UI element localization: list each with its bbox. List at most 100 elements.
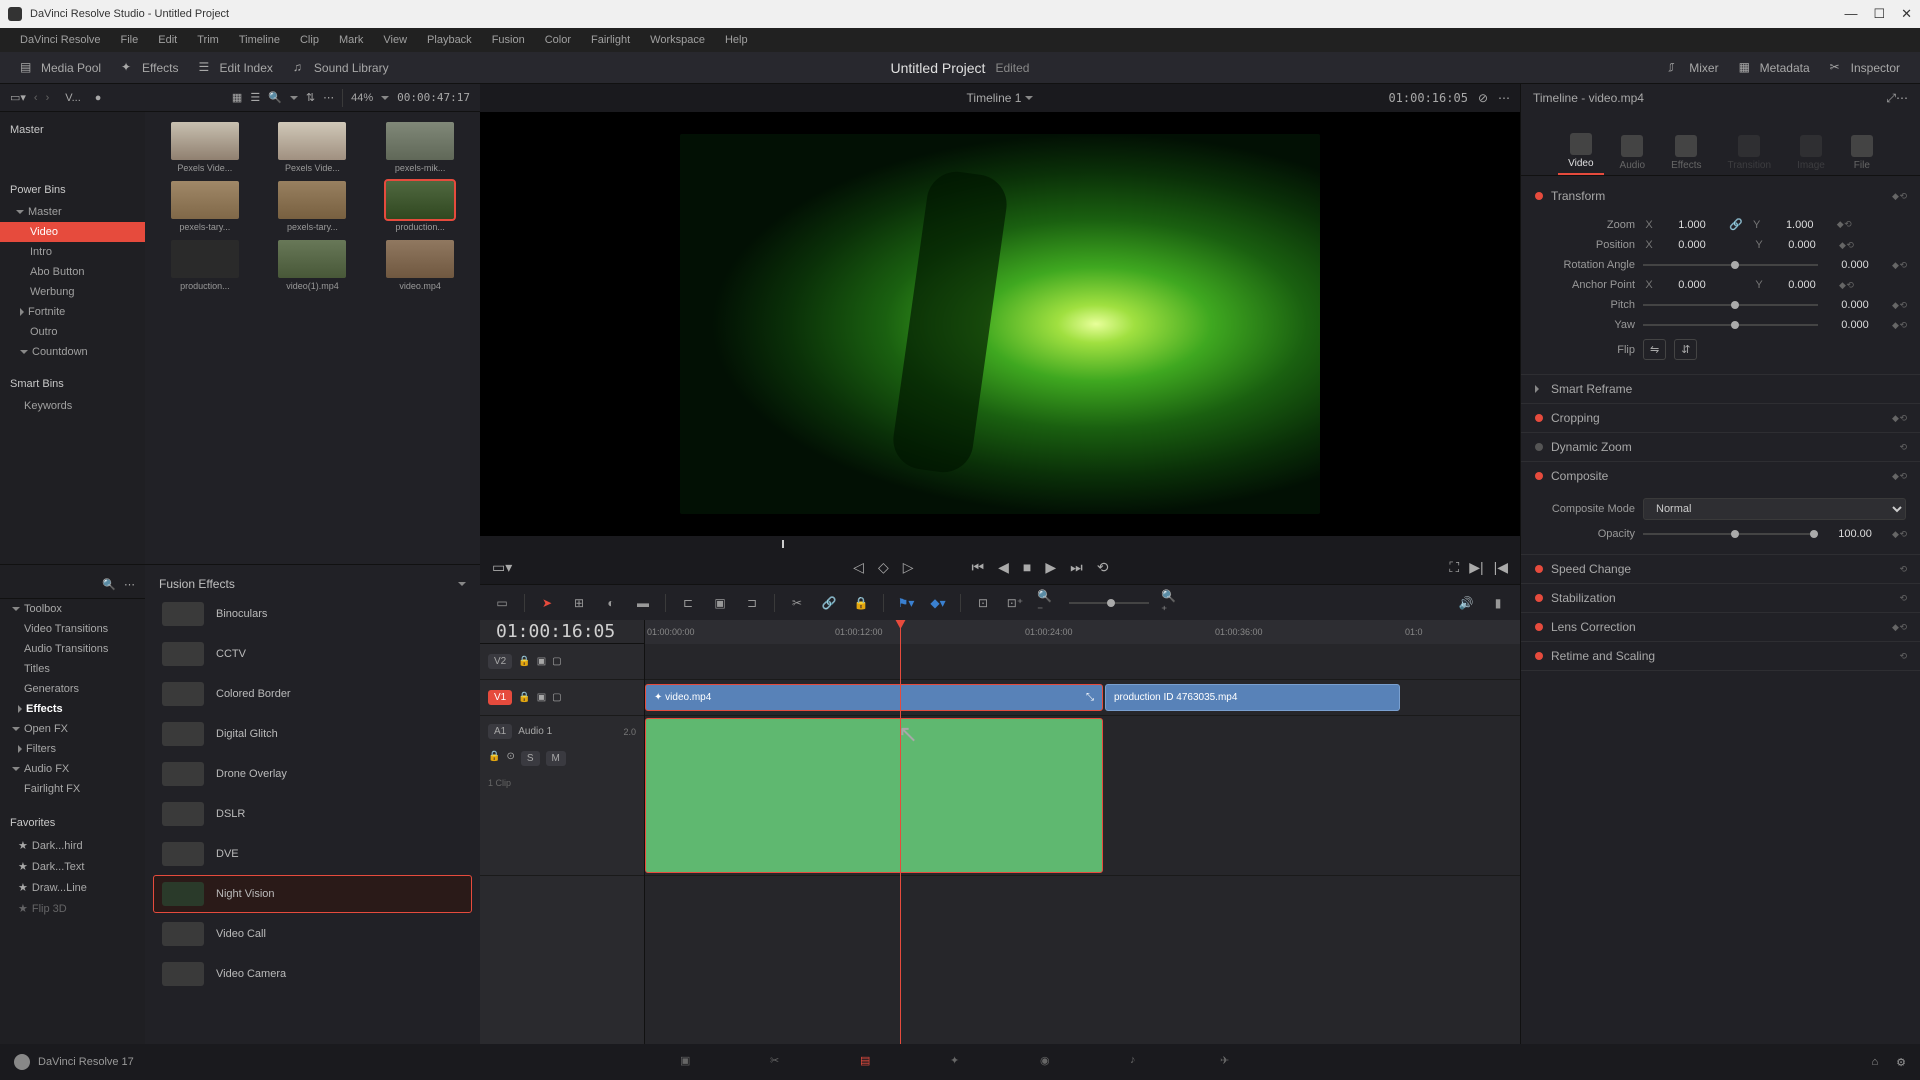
clip-thumb[interactable]: Pexels Vide... xyxy=(155,122,255,173)
menu-item[interactable]: Color xyxy=(535,34,581,46)
metadata-toggle[interactable]: ▦Metadata xyxy=(1729,56,1820,79)
more-icon[interactable]: ⋯ xyxy=(1896,91,1908,105)
menu-item[interactable]: Workspace xyxy=(640,34,715,46)
pitch-input[interactable]: 0.000 xyxy=(1826,299,1884,311)
more-icon[interactable]: ⋯ xyxy=(124,578,135,591)
inspector-tab-effects[interactable]: Effects xyxy=(1661,131,1711,175)
fx-tree-item[interactable]: Generators xyxy=(0,679,145,699)
project-settings-icon[interactable]: ⚙ xyxy=(1896,1056,1906,1069)
track-v2[interactable] xyxy=(645,644,1520,680)
flip-v-button[interactable]: ⇵ xyxy=(1674,339,1697,360)
zoom-in-icon[interactable]: 🔍⁺ xyxy=(1161,593,1181,613)
fx-item[interactable]: Video Camera xyxy=(153,955,472,993)
fx-item[interactable]: Binoculars xyxy=(153,595,472,633)
pitch-slider[interactable] xyxy=(1643,304,1818,306)
maximize-button[interactable]: ☐ xyxy=(1873,6,1885,22)
edit-page-icon[interactable]: ▤ xyxy=(860,1054,880,1070)
nav-fwd-icon[interactable]: › xyxy=(46,92,50,104)
fx-item[interactable]: DSLR xyxy=(153,795,472,833)
keyframe-button[interactable]: ◆ ⟲ xyxy=(1892,300,1906,311)
bin-item[interactable]: Keywords xyxy=(0,396,145,416)
rotation-input[interactable]: 0.000 xyxy=(1826,259,1884,271)
zoom-x-input[interactable]: 1.000 xyxy=(1663,219,1721,231)
menu-item[interactable]: Playback xyxy=(417,34,482,46)
deliver-page-icon[interactable]: ✈ xyxy=(1220,1054,1240,1070)
sound-library-toggle[interactable]: ♫Sound Library xyxy=(283,56,399,79)
clip-thumb[interactable]: pexels-mik... xyxy=(370,122,470,173)
bin-item[interactable]: Master xyxy=(0,202,145,222)
stop-icon[interactable]: ■ xyxy=(1023,559,1031,575)
retime-header[interactable]: Retime and Scaling⟲ xyxy=(1521,642,1920,670)
fx-tree-item[interactable]: Titles xyxy=(0,659,145,679)
viewer[interactable] xyxy=(480,112,1520,536)
match-frame-icon[interactable]: ▭▾ xyxy=(492,559,512,576)
play-icon[interactable]: ▶ xyxy=(1045,559,1056,576)
home-icon[interactable]: ⌂ xyxy=(1871,1056,1878,1069)
clip-thumb[interactable]: pexels-tary... xyxy=(155,181,255,232)
chevron-down-icon[interactable] xyxy=(290,96,298,100)
speed-change-header[interactable]: Speed Change⟲ xyxy=(1521,555,1920,583)
minimize-button[interactable]: — xyxy=(1844,6,1857,22)
fairlight-page-icon[interactable]: ♪ xyxy=(1130,1054,1150,1070)
menu-item[interactable]: Trim xyxy=(187,34,229,46)
clip-thumb[interactable]: pexels-tary... xyxy=(263,181,363,232)
zoom-fit-icon[interactable]: ⊡ xyxy=(973,593,993,613)
anchor-y-input[interactable]: 0.000 xyxy=(1773,279,1831,291)
color-page-icon[interactable]: ◉ xyxy=(1040,1054,1060,1070)
clip-thumb[interactable]: production... xyxy=(370,181,470,232)
bin-item[interactable]: Intro xyxy=(0,242,145,262)
bin-view-icon[interactable]: ▭▾ xyxy=(10,91,26,104)
trim-tool-icon[interactable]: ⊞ xyxy=(569,593,589,613)
pos-x-input[interactable]: 0.000 xyxy=(1663,239,1721,251)
detail-zoom-icon[interactable]: ⊡⁺ xyxy=(1005,593,1025,613)
pos-y-input[interactable]: 0.000 xyxy=(1773,239,1831,251)
mixer-toggle[interactable]: ⎎Mixer xyxy=(1658,56,1728,79)
track-header-a1[interactable]: A1 Audio 1 2.0 🔒 ⊙ S M 1 Clip xyxy=(480,716,644,876)
bin-item[interactable]: Outro xyxy=(0,322,145,342)
bypass-icon[interactable]: ⊘ xyxy=(1478,91,1488,105)
stabilization-header[interactable]: Stabilization⟲ xyxy=(1521,584,1920,612)
track-header-v1[interactable]: V1 🔒 ▣ ▢ xyxy=(480,680,644,716)
blade-tool-icon[interactable]: ▬ xyxy=(633,593,653,613)
media-pool-toggle[interactable]: ▤Media Pool xyxy=(10,56,111,79)
close-button[interactable]: ✕ xyxy=(1901,6,1912,22)
fx-item[interactable]: Video Call xyxy=(153,915,472,953)
track-display-icon[interactable]: ▣ xyxy=(537,656,546,667)
dynamic-trim-icon[interactable]: ◐ xyxy=(601,593,621,613)
timeline-view-icon[interactable]: ▭ xyxy=(492,593,512,613)
arm-icon[interactable]: ⊙ xyxy=(506,751,514,766)
keyframe-button[interactable]: ◆ ⟲ xyxy=(1839,280,1853,291)
inspector-tab-file[interactable]: File xyxy=(1841,131,1883,175)
fx-tree-item[interactable]: Toolbox xyxy=(0,599,145,619)
next-clip-icon[interactable]: ▶| xyxy=(1469,559,1483,576)
bin-master[interactable]: Master xyxy=(0,118,145,142)
bin-item[interactable]: Werbung xyxy=(0,282,145,302)
track-a1[interactable] xyxy=(645,716,1520,876)
more-icon[interactable]: ⋯ xyxy=(1498,91,1510,105)
zoom-y-input[interactable]: 1.000 xyxy=(1771,219,1829,231)
solo-button[interactable]: S xyxy=(521,751,540,766)
go-start-icon[interactable]: ⏮ xyxy=(972,559,985,576)
search-icon[interactable]: 🔍 xyxy=(268,91,282,104)
expand-icon[interactable]: ⤢ xyxy=(1886,91,1896,106)
grid-view-icon[interactable]: ▦ xyxy=(232,91,242,104)
mute-button[interactable]: M xyxy=(546,751,566,766)
clip-thumb[interactable]: video.mp4 xyxy=(370,240,470,291)
link-icon[interactable]: 🔗 xyxy=(1729,218,1743,231)
go-end-icon[interactable]: ⏭ xyxy=(1070,559,1083,576)
opacity-input[interactable]: 100.00 xyxy=(1826,528,1884,540)
fx-fav-item[interactable]: ★ Dark...hird xyxy=(0,835,145,856)
fx-tree-item[interactable]: Filters xyxy=(0,739,145,759)
search-icon[interactable]: 🔍 xyxy=(102,578,116,591)
edit-index-toggle[interactable]: ☰Edit Index xyxy=(189,56,283,79)
dynamic-zoom-header[interactable]: Dynamic Zoom⟲ xyxy=(1521,433,1920,461)
fx-tree-item[interactable]: Audio FX xyxy=(0,759,145,779)
link-icon[interactable]: 🔗 xyxy=(819,593,839,613)
menu-item[interactable]: Help xyxy=(715,34,758,46)
lens-correction-header[interactable]: Lens Correction◆ ⟲ xyxy=(1521,613,1920,641)
timeline-name[interactable]: Timeline 1 xyxy=(967,91,1022,105)
inspector-tab-video[interactable]: Video xyxy=(1558,129,1603,175)
cut-page-icon[interactable]: ✂ xyxy=(770,1054,790,1070)
fx-item[interactable]: DVE xyxy=(153,835,472,873)
keyframe-button[interactable]: ◆ ⟲ xyxy=(1839,240,1853,251)
